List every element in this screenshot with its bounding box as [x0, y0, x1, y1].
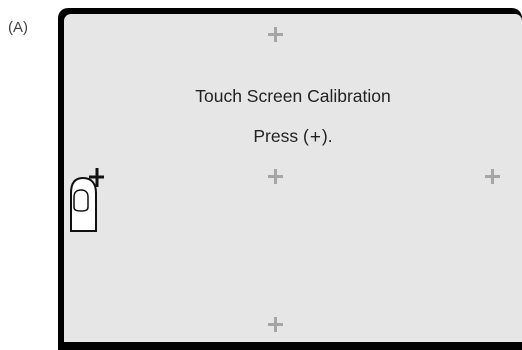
- prompt-suffix: ).: [321, 126, 333, 146]
- calibration-prompt: Press (+).: [64, 126, 522, 149]
- calibration-screen[interactable]: Touch Screen Calibration Press (+).: [64, 14, 522, 342]
- finger-pointer-icon: [70, 168, 104, 232]
- calibration-target-bottom-plus-icon[interactable]: [268, 317, 283, 332]
- figure-label: (A): [8, 19, 28, 36]
- calibration-target-top-plus-icon[interactable]: [268, 27, 283, 42]
- prompt-prefix: Press (: [253, 126, 309, 146]
- calibration-target-right-plus-icon[interactable]: [485, 169, 500, 184]
- calibration-target-center-plus-icon[interactable]: [268, 169, 283, 184]
- calibration-title: Touch Screen Calibration: [195, 86, 391, 106]
- prompt-plus-symbol: +: [309, 127, 321, 148]
